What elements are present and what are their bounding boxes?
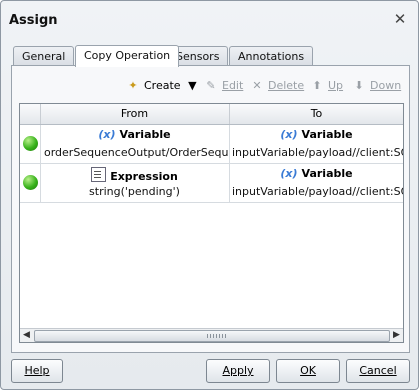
from-type-label: Variable <box>119 128 171 141</box>
scroll-thumb[interactable] <box>34 330 390 342</box>
pencil-icon: ✎ <box>206 79 216 92</box>
dialog-title: Assign <box>9 13 58 28</box>
status-ok-icon <box>23 175 38 190</box>
edit-label: Edit <box>222 79 244 92</box>
delete-icon: ✕ <box>252 79 262 92</box>
to-type-label: Variable <box>301 128 353 141</box>
down-button[interactable]: ⬇ Down <box>351 78 401 94</box>
create-icon: ✦ <box>128 79 138 92</box>
assign-dialog: Assign ✕ General Copy Operation Sensors … <box>0 0 419 390</box>
title-bar: Assign ✕ <box>1 1 418 41</box>
status-cell <box>20 125 41 163</box>
from-value: string('pending') <box>89 185 180 198</box>
copy-operation-panel: ✦ Create ▼ ✎ Edit ✕ Delete ⬆ Up ⬇ Down From T… <box>11 65 410 353</box>
ok-button[interactable]: OK <box>276 359 340 383</box>
tab-copy-operation[interactable]: Copy Operation <box>75 45 180 67</box>
from-cell[interactable]: (x) Variable orderSequenceOutput/OrderSeq… <box>40 125 230 163</box>
help-label: Help <box>24 364 50 377</box>
cancel-label: Cancel <box>359 364 397 377</box>
variable-icon: (x) <box>98 128 116 141</box>
tab-general[interactable]: General <box>13 46 75 66</box>
to-type: (x) Variable <box>230 167 403 180</box>
to-type-label: Variable <box>301 167 353 180</box>
from-cell[interactable]: Expression string('pending') <box>40 164 230 202</box>
tab-annotations[interactable]: Annotations <box>229 46 314 66</box>
expression-icon <box>91 167 107 182</box>
up-label: Up <box>328 79 344 92</box>
table-header: From To <box>20 104 403 125</box>
to-cell[interactable]: (x) Variable inputVariable/payload//clien… <box>230 164 403 202</box>
ok-label: OK <box>300 364 316 377</box>
to-value: inputVariable/payload//client:SOAOr <box>232 185 403 198</box>
scroll-right-icon[interactable]: ▶ <box>390 329 403 342</box>
to-value: inputVariable/payload//client:SOAOr <box>232 146 403 159</box>
from-column-header[interactable]: From <box>40 104 230 124</box>
close-icon[interactable]: ✕ <box>392 11 408 27</box>
table-row[interactable]: (x) Variable orderSequenceOutput/OrderSeq… <box>20 125 403 164</box>
grip-icon <box>207 334 227 338</box>
from-type: (x) Variable <box>40 128 229 141</box>
from-value: orderSequenceOutput/OrderSeque... <box>44 146 230 159</box>
variable-icon: (x) <box>280 167 298 180</box>
from-type: Expression <box>40 167 229 183</box>
help-button[interactable]: Help <box>11 359 63 383</box>
table-row[interactable]: Expression string('pending') (x) Variable… <box>20 164 403 203</box>
arrow-down-icon: ⬇ <box>354 79 364 92</box>
cancel-button[interactable]: Cancel <box>346 359 410 383</box>
apply-button[interactable]: Apply <box>206 359 270 383</box>
edit-button[interactable]: ✎ Edit <box>203 78 243 94</box>
arrow-up-icon: ⬆ <box>312 79 322 92</box>
delete-label: Delete <box>268 79 305 92</box>
create-label: Create <box>144 79 181 92</box>
delete-button[interactable]: ✕ Delete <box>249 78 304 94</box>
apply-label: Apply <box>222 364 254 377</box>
down-label: Down <box>370 79 402 92</box>
variable-icon: (x) <box>280 128 298 141</box>
up-button[interactable]: ⬆ Up <box>309 78 343 94</box>
copy-rules-table: From To (x) Variable orderSequenceOutput/… <box>19 103 404 343</box>
status-column-header <box>20 104 41 124</box>
to-cell[interactable]: (x) Variable inputVariable/payload//clien… <box>230 125 403 163</box>
from-type-label: Expression <box>110 170 178 183</box>
horizontal-scrollbar[interactable]: ◀ ▶ <box>20 328 403 342</box>
status-ok-icon <box>23 136 38 151</box>
dropdown-arrow-icon: ▼ <box>188 79 197 92</box>
scroll-left-icon[interactable]: ◀ <box>20 329 33 342</box>
to-column-header[interactable]: To <box>230 104 403 124</box>
status-cell <box>20 164 41 202</box>
create-button[interactable]: ✦ Create ▼ <box>125 78 197 94</box>
to-type: (x) Variable <box>230 128 403 141</box>
toolbar: ✦ Create ▼ ✎ Edit ✕ Delete ⬆ Up ⬇ Down <box>12 76 409 96</box>
